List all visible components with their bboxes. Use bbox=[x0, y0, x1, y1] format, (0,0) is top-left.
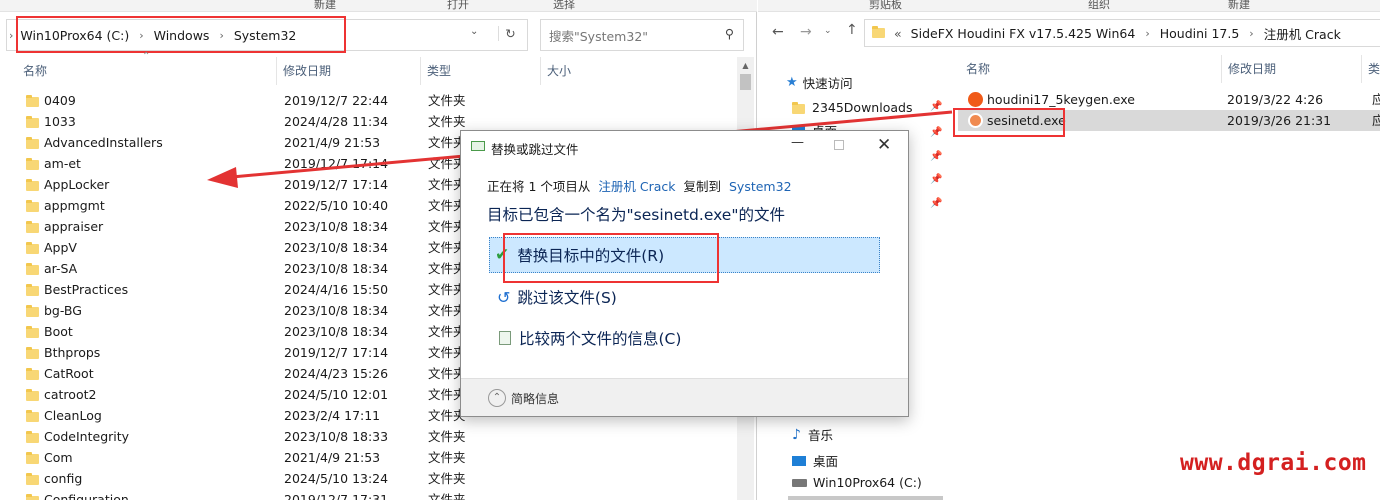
replace-or-skip-dialog: 替换或跳过文件 — ✕ 正在将 1 个项目从 注册机 Crack 复制到 Sys… bbox=[460, 130, 909, 417]
compare-files-icon bbox=[499, 331, 511, 345]
copy-dest-link[interactable]: System32 bbox=[729, 179, 792, 194]
dialog-title: 替换或跳过文件 bbox=[491, 142, 579, 157]
maximize-icon bbox=[834, 140, 844, 150]
copy-mid-text: 复制到 bbox=[683, 179, 722, 194]
skip-option-label: 跳过该文件(S) bbox=[517, 289, 617, 307]
skip-arrow-icon: ↺ bbox=[497, 287, 511, 307]
replace-option-label: 替换目标中的文件(R) bbox=[517, 247, 665, 265]
arrow-head bbox=[207, 167, 238, 188]
copy-status-line: 正在将 1 个项目从 注册机 Crack 复制到 System32 bbox=[487, 176, 792, 195]
skip-option[interactable]: ↺ 跳过该文件(S) bbox=[489, 279, 880, 315]
copy-prefix-text: 正在将 1 个项目从 bbox=[487, 179, 591, 194]
copy-source-link[interactable]: 注册机 Crack bbox=[598, 179, 675, 194]
replace-option[interactable]: ✔ 替换目标中的文件(R) bbox=[489, 237, 880, 273]
compare-option-label: 比较两个文件的信息(C) bbox=[519, 330, 682, 348]
copy-dialog-icon bbox=[471, 141, 485, 151]
watermark-text: www.dgrai.com bbox=[1180, 450, 1367, 476]
collapse-chevron-icon[interactable]: ⌃ bbox=[488, 389, 506, 407]
close-icon[interactable]: ✕ bbox=[877, 135, 891, 155]
fewer-details-link[interactable]: 简略信息 bbox=[511, 390, 559, 407]
minimize-icon[interactable]: — bbox=[791, 135, 804, 150]
compare-option[interactable]: 比较两个文件的信息(C) bbox=[489, 320, 880, 356]
dialog-title-bar: 替换或跳过文件 — ✕ bbox=[461, 131, 908, 162]
check-icon: ✔ bbox=[495, 245, 510, 265]
dialog-headline: 目标已包含一个名为"sesinetd.exe"的文件 bbox=[487, 206, 785, 224]
dialog-footer: ⌃ 简略信息 bbox=[461, 378, 908, 416]
